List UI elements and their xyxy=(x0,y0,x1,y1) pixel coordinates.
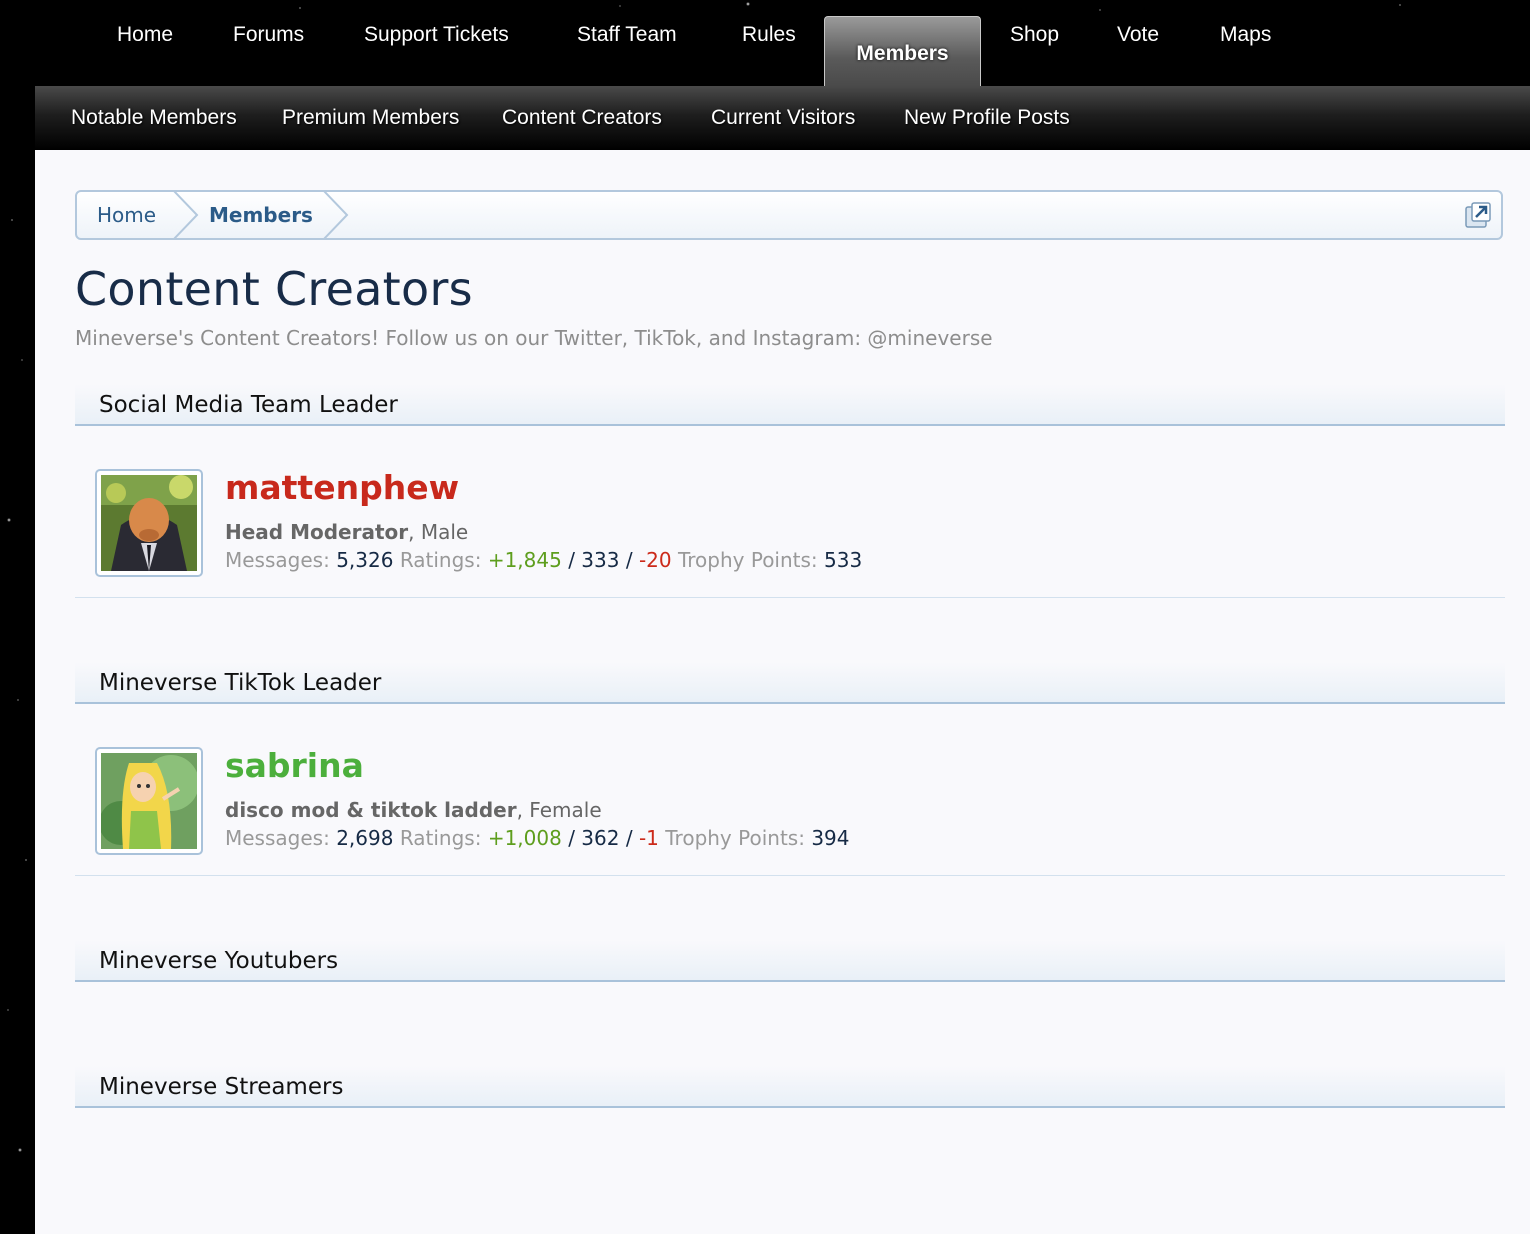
ratings-negative: -20 xyxy=(638,548,672,572)
main-content: Home Members Content Creators Mineverse'… xyxy=(35,150,1530,1234)
nav-tab-vote[interactable]: Vote xyxy=(1117,1,1159,69)
page-title: Content Creators xyxy=(75,262,473,316)
section-header-streamers: Mineverse Streamers xyxy=(75,1066,1505,1108)
section-header-social-media-team-leader: Social Media Team Leader xyxy=(75,384,1505,426)
user-stats: Messages: 5,326 Ratings: +1,845 / 333 / … xyxy=(225,548,862,572)
section-title: Mineverse TikTok Leader xyxy=(99,670,382,696)
ratings-separator: / xyxy=(568,826,575,850)
avatar[interactable] xyxy=(95,747,203,855)
top-navigation: Home Forums Support Tickets Staff Team R… xyxy=(0,0,1530,86)
username-link[interactable]: mattenphew xyxy=(225,468,459,507)
breadcrumb: Home Members xyxy=(75,190,1503,240)
user-gender: , Male xyxy=(408,520,469,544)
ratings-negative: -1 xyxy=(638,826,659,850)
section-header-tiktok-leader: Mineverse TikTok Leader xyxy=(75,662,1505,704)
ratings-neutral: 333 xyxy=(581,548,620,572)
messages-label: Messages: xyxy=(225,826,330,850)
section-title: Mineverse Youtubers xyxy=(99,948,339,974)
ratings-label: Ratings: xyxy=(399,826,482,850)
ratings-label: Ratings: xyxy=(399,548,482,572)
section-title: Mineverse Streamers xyxy=(99,1074,344,1100)
member-row: mattenphew Head Moderator, Male Messages… xyxy=(75,428,1505,598)
section-header-youtubers: Mineverse Youtubers xyxy=(75,940,1505,982)
ratings-separator: / xyxy=(625,826,633,850)
breadcrumb-arrow-icon xyxy=(323,192,349,238)
nav-tab-shop[interactable]: Shop xyxy=(1010,1,1059,69)
ratings-separator: / xyxy=(625,548,633,572)
trophy-label: Trophy Points: xyxy=(665,826,805,850)
nav-tab-members[interactable]: Members xyxy=(824,16,981,86)
messages-label: Messages: xyxy=(225,548,330,572)
nav-tab-forums[interactable]: Forums xyxy=(233,1,304,69)
user-gender: , Female xyxy=(516,798,602,822)
user-info: Head Moderator, Male xyxy=(225,520,468,544)
nav-tab-support-tickets[interactable]: Support Tickets xyxy=(364,1,509,69)
avatar-image-icon xyxy=(101,475,197,571)
subnav-current-visitors[interactable]: Current Visitors xyxy=(711,86,855,150)
username-link[interactable]: sabrina xyxy=(225,746,364,785)
user-title: Head Moderator xyxy=(225,520,409,544)
ratings-positive: +1,845 xyxy=(487,548,562,572)
breadcrumb-arrow-icon xyxy=(173,192,199,238)
breadcrumb-members[interactable]: Members xyxy=(209,192,313,238)
sub-navigation: Notable Members Premium Members Content … xyxy=(35,86,1530,150)
trophy-value[interactable]: 394 xyxy=(811,826,849,850)
breadcrumb-home[interactable]: Home xyxy=(97,192,156,238)
nav-tab-home[interactable]: Home xyxy=(117,1,173,69)
nav-tab-staff-team[interactable]: Staff Team xyxy=(577,1,677,69)
avatar-image-icon xyxy=(101,753,197,849)
subnav-notable-members[interactable]: Notable Members xyxy=(71,86,237,150)
user-title: disco mod & tiktok ladder xyxy=(225,798,517,822)
avatar[interactable] xyxy=(95,469,203,577)
nav-tab-maps[interactable]: Maps xyxy=(1220,1,1271,69)
jump-to-icon[interactable] xyxy=(1465,202,1491,228)
subnav-content-creators[interactable]: Content Creators xyxy=(502,86,662,150)
section-title: Social Media Team Leader xyxy=(99,392,398,418)
subnav-new-profile-posts[interactable]: New Profile Posts xyxy=(904,86,1070,150)
ratings-positive: +1,008 xyxy=(487,826,562,850)
nav-tab-rules[interactable]: Rules xyxy=(742,1,796,69)
subnav-premium-members[interactable]: Premium Members xyxy=(282,86,459,150)
page-description: Mineverse's Content Creators! Follow us … xyxy=(75,326,993,350)
trophy-value[interactable]: 533 xyxy=(824,548,862,572)
ratings-neutral: 362 xyxy=(581,826,620,850)
user-stats: Messages: 2,698 Ratings: +1,008 / 362 / … xyxy=(225,826,850,850)
ratings-separator: / xyxy=(568,548,575,572)
member-row: sabrina disco mod & tiktok ladder, Femal… xyxy=(75,706,1505,876)
messages-value[interactable]: 2,698 xyxy=(336,826,393,850)
messages-value[interactable]: 5,326 xyxy=(336,548,393,572)
user-info: disco mod & tiktok ladder, Female xyxy=(225,798,602,822)
trophy-label: Trophy Points: xyxy=(677,548,818,572)
